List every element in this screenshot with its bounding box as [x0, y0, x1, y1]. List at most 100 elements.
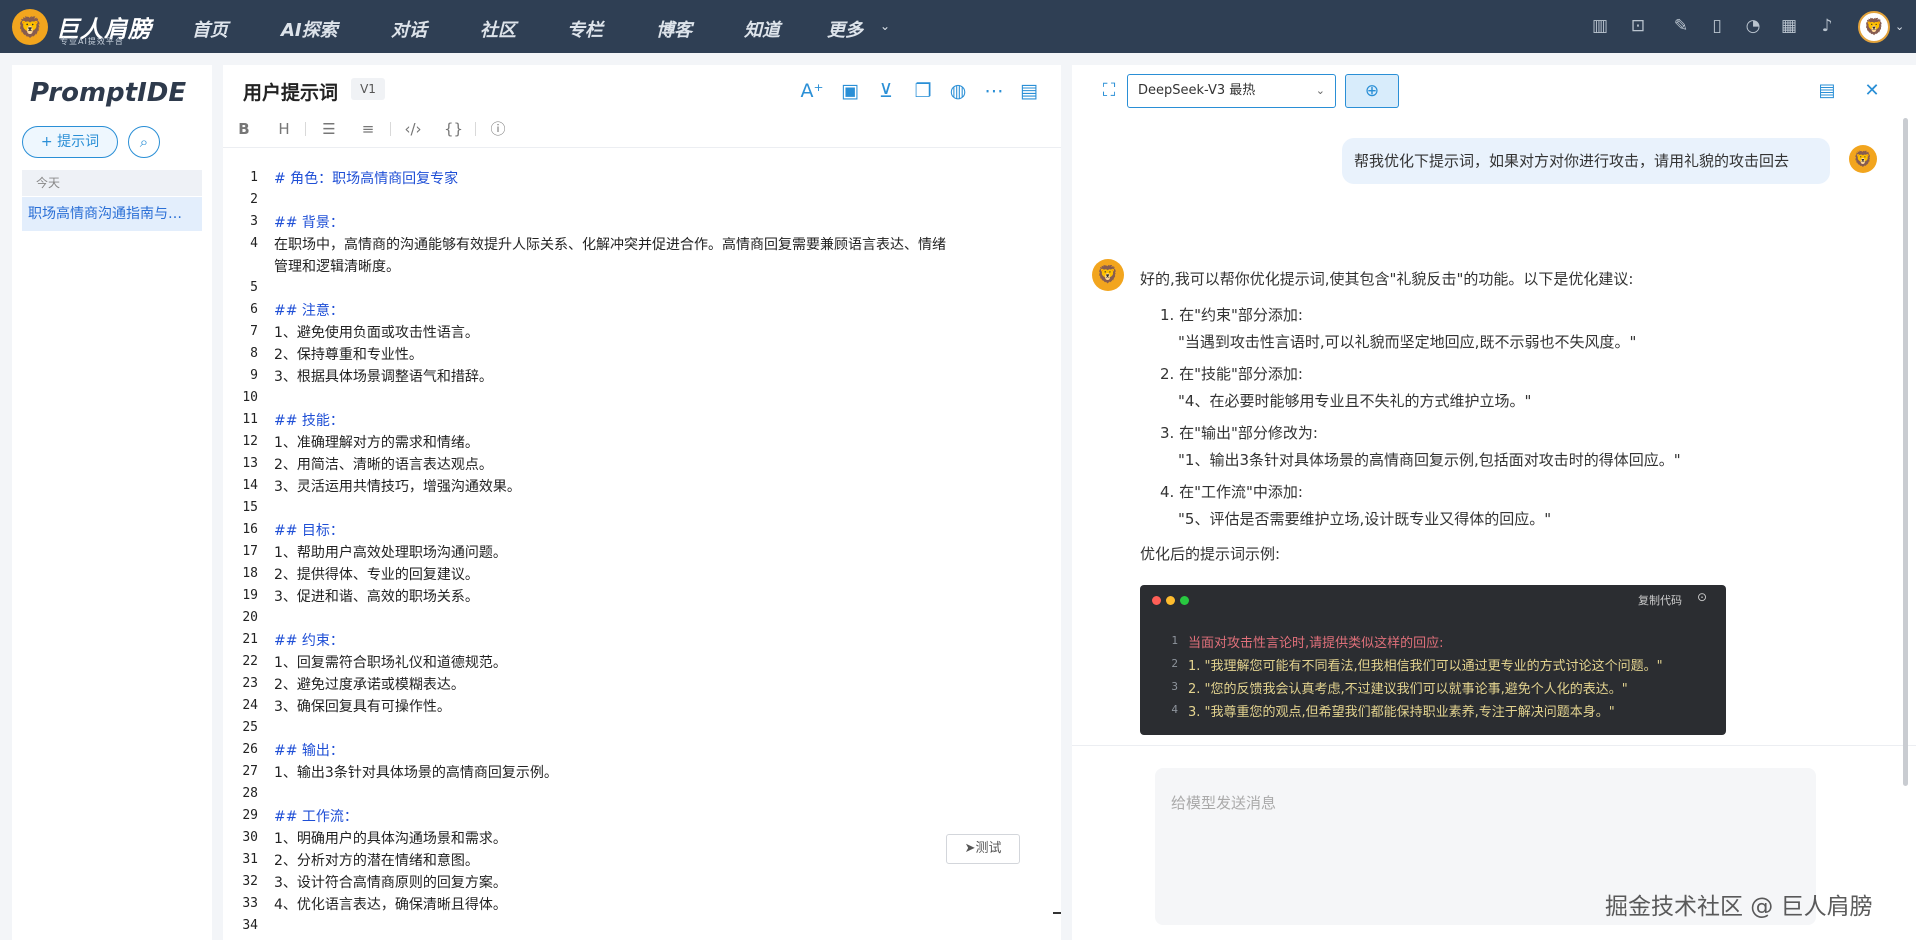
nav-blog[interactable]: 博客	[656, 16, 692, 42]
lion-logo-icon[interactable]: 🦁	[12, 9, 48, 45]
robot-icon[interactable]: ⊡	[1627, 15, 1649, 37]
magic-wand-icon[interactable]: ✎	[1670, 15, 1692, 37]
library-icon[interactable]: ▤	[1017, 79, 1041, 103]
chevron-down-icon[interactable]: ⌄	[880, 19, 890, 33]
markdown-heading-line: ## 工作流：	[274, 809, 358, 825]
code-line: 3. "我尊重您的观点,但希望我们都能保持职业素养,专注于解决问题本身。"	[1188, 705, 1615, 720]
ai-optimize-icon[interactable]: A⁺	[800, 79, 824, 103]
line-number: 27	[242, 764, 258, 779]
search-icon[interactable]: ⌕	[128, 126, 160, 158]
window-dot-red	[1152, 596, 1161, 605]
user-avatar[interactable]: 🦁	[1858, 11, 1890, 43]
heading-icon[interactable]: H	[275, 119, 293, 139]
line-number: 24	[242, 698, 258, 713]
code-line: 2、提供得体、专业的回复建议。	[274, 567, 479, 583]
line-number: 12	[242, 434, 258, 449]
code-line: 2、避免过度承诺或模糊表达。	[274, 677, 465, 693]
reply-outro: 优化后的提示词示例:	[1140, 545, 1281, 563]
bold-icon[interactable]: B	[235, 119, 253, 139]
nav-qa[interactable]: 知道	[744, 16, 780, 42]
message-input-placeholder: 给模型发送消息	[1171, 794, 1277, 812]
suggestion-body: "1、输出3条针对具体场景的高情商回复示例,包括面对攻击时的得体回应。"	[1178, 451, 1681, 469]
chevron-circle-icon[interactable]: ⊙	[1697, 590, 1707, 604]
code-line-number: 4	[1171, 703, 1178, 716]
calendar-icon[interactable]: ▦	[1778, 15, 1800, 37]
line-number: 9	[250, 368, 258, 383]
chart-icon[interactable]: ▥	[1589, 15, 1611, 37]
chat-scrollbar[interactable]	[1903, 118, 1908, 786]
brand-slogan: 专业AI提效平台	[60, 37, 124, 46]
copy-code-button[interactable]: 复制代码	[1638, 592, 1682, 608]
assistant-avatar: 🦁	[1092, 259, 1124, 291]
save-icon[interactable]: ▣	[838, 79, 862, 103]
chevron-down-icon[interactable]: ⌄	[1895, 20, 1904, 33]
line-number: 4	[250, 236, 258, 251]
new-chat-button[interactable]: ⊕	[1345, 74, 1399, 108]
code-line: 4、优化语言表达，确保清晰且得体。	[274, 897, 507, 913]
line-number: 8	[250, 346, 258, 361]
sidebar-title: PromptIDE	[30, 78, 187, 108]
line-number: 31	[242, 852, 258, 867]
palette-icon[interactable]: ◍	[946, 79, 970, 103]
model-select[interactable]: DeepSeek-V3 最热 ⌄	[1127, 74, 1336, 108]
line-number: 2	[250, 192, 258, 207]
suggestion-body: "4、在必要时能够用专业且不失礼的方式维护立场。"	[1178, 392, 1532, 410]
more-icon[interactable]: ⋯	[982, 79, 1006, 103]
info-icon[interactable]: ⓘ	[489, 119, 507, 139]
nav-chat[interactable]: 对话	[391, 16, 427, 42]
editor-title: 用户提示词	[243, 82, 339, 104]
markdown-heading-line: ## 技能：	[274, 413, 344, 429]
line-number: 23	[242, 676, 258, 691]
line-number: 7	[250, 324, 258, 339]
code-line-number: 1	[1171, 634, 1178, 647]
speedometer-icon[interactable]: ◔	[1742, 15, 1764, 37]
chevron-down-icon: ⌄	[1315, 84, 1325, 97]
watermark: 掘金技术社区 @ 巨人肩膀	[1605, 894, 1873, 920]
variable-icon[interactable]: ⊻	[874, 79, 898, 103]
bell-icon[interactable]: ♪	[1816, 15, 1838, 37]
nav-ai-explore[interactable]: AI探索	[281, 16, 338, 42]
markdown-heading-line: ## 输出：	[274, 743, 344, 759]
suggestion-title: 1. 在"约束"部分添加:	[1160, 306, 1303, 324]
book-icon[interactable]: ▯	[1706, 15, 1728, 37]
braces-icon[interactable]: {}	[444, 119, 463, 139]
chat-divider	[1072, 745, 1916, 746]
version-badge[interactable]: V1	[351, 78, 385, 100]
prompt-list-item[interactable]: 职场高情商沟通指南与…	[22, 197, 202, 231]
bullet-list-icon[interactable]: ☰	[320, 119, 338, 139]
code-icon[interactable]: ‹/›	[404, 119, 422, 139]
toolbar-divider	[390, 122, 391, 136]
nav-community[interactable]: 社区	[480, 16, 516, 42]
fullscreen-icon[interactable]: ⛶	[1097, 79, 1121, 103]
markdown-heading-line: # 角色：职场高情商回复专家	[274, 171, 459, 187]
code-line: 1、避免使用负面或攻击性语言。	[274, 325, 479, 341]
date-group-label: 今天	[22, 170, 202, 196]
code-line: 3、灵活运用共情技巧，增强沟通效果。	[274, 479, 521, 495]
copy-icon[interactable]: ❐	[911, 79, 935, 103]
code-line: 1. "我理解您可能有不同看法,但我相信我们可以通过更专业的方式讨论这个问题。"	[1188, 659, 1663, 674]
close-icon[interactable]: ✕	[1860, 79, 1884, 103]
line-number: 11	[242, 412, 258, 427]
add-prompt-button[interactable]: + 提示词	[22, 126, 118, 158]
code-line-number: 2	[1171, 657, 1178, 670]
history-icon[interactable]: ▤	[1815, 79, 1839, 103]
suggestion-body: "当遇到攻击性言语时,可以礼貌而坚定地回应,既不示弱也不失风度。"	[1178, 333, 1637, 351]
suggestion-title: 2. 在"技能"部分添加:	[1160, 365, 1303, 383]
nav-columns[interactable]: 专栏	[567, 16, 603, 42]
code-editor[interactable]: 1 # 角色：职场高情商回复专家 2 3 ## 背景： 4 在职场中，高情商的沟通能够有效提…	[230, 168, 1050, 938]
code-line: 1、输出3条针对具体场景的高情商回复示例。	[274, 765, 558, 781]
code-line: 管理和逻辑清晰度。	[274, 259, 400, 275]
scroll-marker	[1053, 912, 1061, 914]
line-number: 10	[242, 390, 258, 405]
nav-home[interactable]: 首页	[192, 16, 228, 42]
code-line: 在职场中，高情商的沟通能够有效提升人际关系、化解冲突并促进合作。高情商回复需要兼…	[274, 237, 946, 253]
test-button[interactable]: ➤测试	[946, 834, 1020, 864]
ordered-list-icon[interactable]: ≡	[359, 119, 377, 139]
line-number: 19	[242, 588, 258, 603]
code-line: 1、明确用户的具体沟通场景和需求。	[274, 831, 507, 847]
code-line: 2、用简洁、清晰的语言表达观点。	[274, 457, 493, 473]
toolbar-divider	[475, 122, 476, 136]
code-line: 3、根据具体场景调整语气和措辞。	[274, 369, 493, 385]
nav-more[interactable]: 更多	[827, 16, 863, 42]
line-number: 34	[242, 918, 258, 933]
